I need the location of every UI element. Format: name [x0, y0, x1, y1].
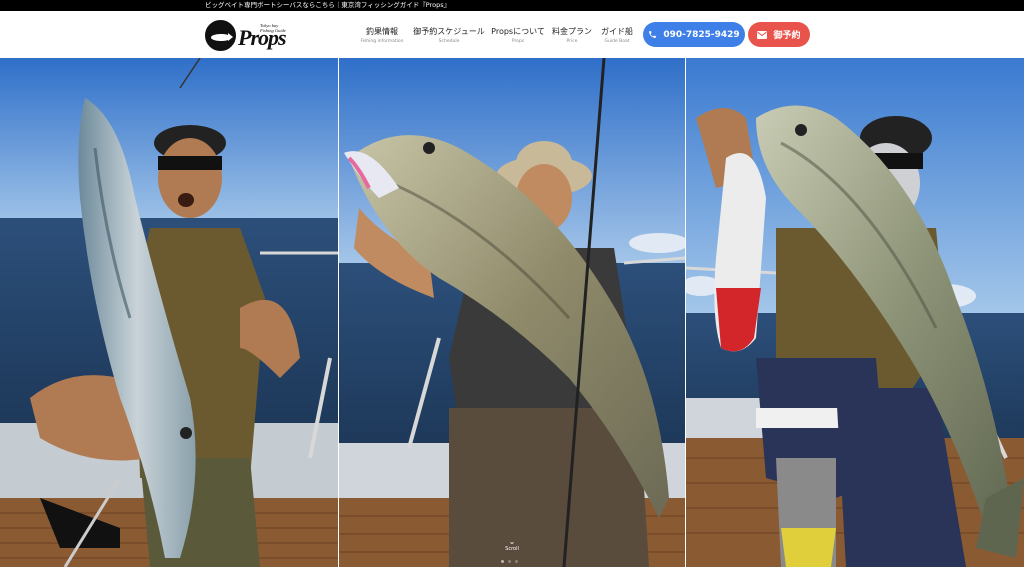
nav-item-schedule[interactable]: 御予約スケジュール Schedule [413, 26, 485, 44]
reserve-label: 御予約 [773, 31, 801, 41]
logo-wordmark: Props [238, 25, 287, 50]
nav-item-price[interactable]: 料金プラン Price [552, 26, 592, 44]
nav-sublabel: Guide Boat [604, 39, 630, 44]
top-announcement-bar: ビッグベイト専門ボートシーバスならこちら｜東京湾フィッシングガイド『Props』 [0, 0, 1024, 11]
nav-item-about[interactable]: Propsについて Props [491, 26, 545, 44]
hero-photo-2 [339, 58, 685, 567]
hero-slideshow: ⌄ Scroll [0, 58, 1024, 567]
reserve-button[interactable]: 御予約 [748, 22, 810, 47]
nav-sublabel: Price [566, 39, 578, 44]
scroll-indicator[interactable]: ⌄ Scroll [498, 537, 526, 553]
nav-item-fishing-info[interactable]: 釣果情報 Fishing information [360, 26, 404, 44]
phone-icon [649, 31, 657, 38]
nav-sublabel: Fishing information [360, 39, 404, 44]
nav-label: Propsについて [491, 27, 545, 36]
nav-label: 釣果情報 [366, 27, 398, 36]
chevron-down-icon: ⌄ [508, 537, 516, 546]
logo-text: Tokyo bay Fishing Guide Props [238, 19, 292, 51]
hero-photo-3 [686, 58, 1024, 567]
scroll-label: Scroll [505, 546, 519, 552]
phone-number: 090-7825-9429 [663, 29, 740, 40]
nav-label: ガイド船 [601, 27, 633, 36]
nav-label: 料金プラン [552, 27, 592, 36]
logo-emblem-icon [205, 19, 236, 51]
site-logo[interactable]: Tokyo bay Fishing Guide Props [205, 19, 292, 51]
nav-item-guide-boat[interactable]: ガイド船 Guide Boat [601, 26, 633, 44]
nav-label: 御予約スケジュール [413, 27, 485, 36]
slide-dot[interactable] [508, 560, 511, 563]
nav-sublabel: Props [511, 39, 525, 44]
announcement-text: ビッグベイト専門ボートシーバスならこちら｜東京湾フィッシングガイド『Props』 [205, 1, 451, 9]
site-header: Tokyo bay Fishing Guide Props 釣果情報 Fishi… [0, 11, 1024, 58]
slide-dot[interactable] [501, 560, 504, 563]
slide-dot[interactable] [515, 560, 518, 563]
nav-sublabel: Schedule [438, 39, 460, 44]
mail-icon [757, 30, 768, 39]
phone-button[interactable]: 090-7825-9429 [643, 22, 745, 47]
hero-photo-1 [0, 58, 338, 567]
